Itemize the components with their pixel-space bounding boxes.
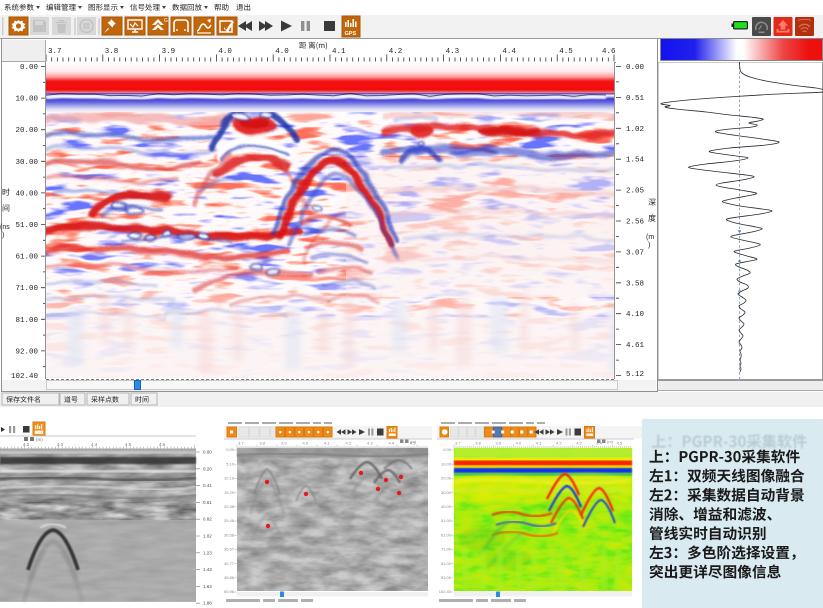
- svg-text:4.5: 4.5: [559, 48, 573, 56]
- svg-text:4.61: 4.61: [626, 342, 645, 350]
- svg-text:1.02: 1.02: [203, 534, 212, 539]
- svg-text:102.40: 102.40: [11, 373, 39, 380]
- svg-text:3.8: 3.8: [260, 441, 266, 446]
- svg-text:5.12: 5.12: [626, 371, 644, 379]
- svg-text:4.2: 4.2: [556, 441, 562, 446]
- svg-text:1.23: 1.23: [203, 550, 212, 555]
- svg-text:25.48: 25.48: [224, 518, 235, 523]
- svg-text:4.1: 4.1: [332, 48, 346, 56]
- svg-text:20.00: 20.00: [15, 127, 38, 135]
- svg-text:92.00: 92.00: [15, 348, 38, 356]
- svg-text:4.2: 4.2: [346, 441, 352, 446]
- svg-text:30.00: 30.00: [15, 159, 38, 167]
- svg-text:0.00: 0.00: [443, 447, 452, 452]
- svg-text:4.5: 4.5: [617, 441, 623, 446]
- svg-text:4.3: 4.3: [367, 441, 373, 446]
- svg-text:50.96: 50.96: [224, 589, 235, 594]
- svg-text:40.00: 40.00: [441, 504, 452, 509]
- svg-text:10.00: 10.00: [15, 96, 38, 104]
- svg-text:4.2: 4.2: [23, 442, 30, 447]
- svg-text:4.1: 4.1: [536, 441, 542, 446]
- svg-text:2.56: 2.56: [626, 219, 645, 227]
- svg-text:61.00: 61.00: [15, 254, 38, 262]
- svg-text:2.05: 2.05: [626, 188, 645, 196]
- svg-text:81.00: 81.00: [15, 317, 38, 325]
- svg-text:35.67: 35.67: [224, 547, 235, 552]
- svg-text:4.0: 4.0: [303, 441, 309, 446]
- svg-text:40.00: 40.00: [15, 190, 38, 198]
- svg-text:3.58: 3.58: [626, 280, 644, 288]
- svg-text:0.00: 0.00: [203, 450, 212, 455]
- svg-text:3.7: 3.7: [455, 441, 461, 446]
- svg-text:3.9: 3.9: [495, 441, 501, 446]
- svg-text:51.00: 51.00: [441, 518, 452, 523]
- svg-text:61.00: 61.00: [441, 532, 452, 537]
- svg-text:0.20: 0.20: [203, 466, 212, 471]
- svg-text:81.00: 81.00: [441, 561, 452, 566]
- svg-text:5.10: 5.10: [226, 461, 235, 466]
- svg-text:1.88: 1.88: [203, 601, 212, 606]
- svg-text:4.5: 4.5: [125, 442, 132, 447]
- svg-text:1.54: 1.54: [626, 157, 645, 165]
- svg-text:1.43: 1.43: [203, 567, 212, 572]
- svg-text:40.77: 40.77: [224, 561, 235, 566]
- svg-text:30.00: 30.00: [441, 490, 452, 495]
- svg-text:20.00: 20.00: [441, 476, 452, 481]
- svg-text:(m): (m): [607, 439, 614, 444]
- svg-text:0.41: 0.41: [203, 483, 212, 488]
- svg-text:3.7: 3.7: [238, 441, 244, 446]
- svg-text:1.63: 1.63: [203, 584, 212, 589]
- svg-text:4.0: 4.0: [218, 48, 232, 56]
- svg-text:3.07: 3.07: [626, 249, 644, 257]
- svg-text:92.00: 92.00: [441, 575, 452, 580]
- svg-text:): ): [2, 232, 4, 239]
- svg-text:0.82: 0.82: [203, 517, 212, 522]
- svg-text:3.8: 3.8: [105, 48, 119, 56]
- svg-text:0.00: 0.00: [20, 64, 39, 72]
- svg-text:4.3: 4.3: [57, 442, 64, 447]
- svg-text:4.1: 4.1: [324, 441, 330, 446]
- svg-text:0.00: 0.00: [626, 64, 645, 72]
- svg-text:51.00: 51.00: [15, 222, 38, 230]
- svg-text:3.8: 3.8: [475, 441, 481, 446]
- svg-text:G: G: [164, 18, 168, 24]
- svg-text:71.00: 71.00: [441, 547, 452, 552]
- svg-text:(ns: (ns: [0, 224, 10, 231]
- svg-text:4.4: 4.4: [502, 48, 516, 56]
- svg-text:4.4: 4.4: [389, 441, 395, 446]
- svg-text:71.00: 71.00: [15, 285, 38, 293]
- svg-text:(m): (m): [36, 437, 43, 442]
- svg-text:): ): [648, 242, 650, 249]
- svg-text:4.2: 4.2: [389, 48, 403, 56]
- svg-text:102.40: 102.40: [439, 589, 452, 594]
- svg-text:10.19: 10.19: [224, 476, 235, 481]
- svg-text:(m: (m: [646, 234, 654, 241]
- svg-text:45.86: 45.86: [224, 575, 235, 580]
- svg-text:GPS: GPS: [345, 31, 357, 37]
- svg-text:20.38: 20.38: [224, 504, 235, 509]
- svg-text:1.02: 1.02: [626, 126, 644, 134]
- svg-text:4.3: 4.3: [446, 48, 460, 56]
- svg-text:15.29: 15.29: [224, 490, 235, 495]
- svg-text:4.10: 4.10: [626, 311, 645, 319]
- svg-text:0.00: 0.00: [226, 447, 235, 452]
- svg-text:4.6: 4.6: [159, 442, 166, 447]
- svg-text:4.3: 4.3: [576, 441, 582, 446]
- svg-text:0.61: 0.61: [203, 500, 212, 505]
- svg-text:3.9: 3.9: [162, 48, 176, 56]
- svg-text:30.58: 30.58: [224, 532, 235, 537]
- svg-text:10.00: 10.00: [441, 461, 452, 466]
- svg-text:3.7: 3.7: [48, 48, 62, 56]
- svg-text:4.0: 4.0: [516, 441, 522, 446]
- svg-text:4.0: 4.0: [275, 48, 289, 56]
- svg-text:4.4: 4.4: [596, 441, 602, 446]
- svg-text:3.9: 3.9: [281, 441, 287, 446]
- svg-text:4.4: 4.4: [91, 442, 98, 447]
- svg-text:0.51: 0.51: [626, 95, 645, 103]
- svg-text:4.5: 4.5: [410, 441, 416, 446]
